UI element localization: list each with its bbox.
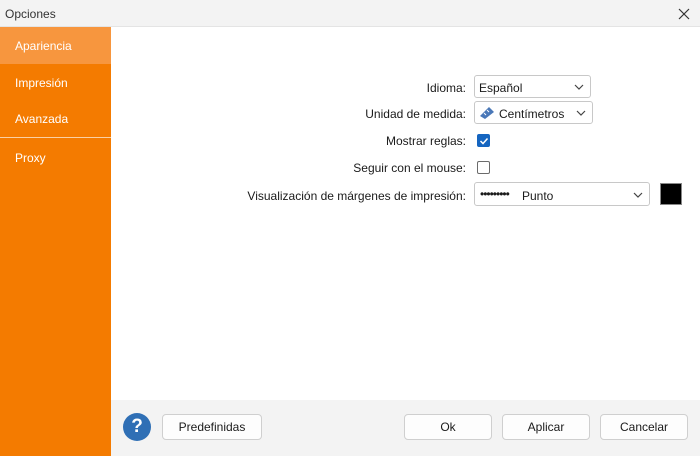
idioma-value: Español: [479, 81, 523, 95]
mostrar-reglas-label: Mostrar reglas:: [385, 134, 466, 148]
chevron-down-icon: [576, 110, 586, 116]
sidebar-item-impresion[interactable]: Impresión: [0, 64, 111, 101]
settings-panel: [111, 27, 700, 400]
help-icon[interactable]: ?: [123, 413, 151, 441]
sidebar: Apariencia Impresión Avanzada Proxy: [0, 27, 111, 456]
unidad-value: Centímetros: [499, 107, 565, 121]
sidebar-item-avanzada[interactable]: Avanzada: [0, 100, 111, 137]
sidebar-item-label: Apariencia: [15, 39, 72, 53]
idioma-label: Idioma:: [426, 81, 466, 95]
margenes-select[interactable]: ••••••••• Punto: [474, 182, 650, 206]
checkmark-icon: [479, 137, 489, 145]
ok-button[interactable]: Ok: [404, 414, 492, 440]
aplicar-button[interactable]: Aplicar: [502, 414, 590, 440]
close-icon[interactable]: [674, 4, 694, 24]
chevron-down-icon: [574, 84, 584, 90]
sidebar-item-label: Impresión: [15, 76, 68, 90]
ruler-icon: [480, 107, 494, 119]
chevron-down-icon: [633, 192, 643, 198]
seguir-mouse-label: Seguir con el mouse:: [353, 161, 466, 175]
unidad-label: Unidad de medida:: [365, 107, 466, 121]
idioma-select[interactable]: Español: [474, 75, 591, 98]
margin-color-swatch[interactable]: [660, 183, 682, 205]
sidebar-divider: [0, 137, 111, 138]
predefinidas-button[interactable]: Predefinidas: [162, 414, 262, 440]
line-style-sample: •••••••••: [480, 187, 510, 201]
title-bar: Opciones: [0, 0, 700, 27]
window-title: Opciones: [5, 7, 56, 21]
sidebar-item-proxy[interactable]: Proxy: [0, 139, 111, 176]
mostrar-reglas-checkbox[interactable]: [477, 134, 490, 147]
unidad-select[interactable]: Centímetros: [474, 101, 593, 124]
margenes-label: Visualización de márgenes de impresión:: [247, 189, 466, 203]
cancelar-button[interactable]: Cancelar: [600, 414, 688, 440]
seguir-mouse-checkbox[interactable]: [477, 161, 490, 174]
sidebar-item-apariencia[interactable]: Apariencia: [0, 27, 111, 64]
sidebar-item-label: Avanzada: [15, 112, 69, 126]
sidebar-item-label: Proxy: [15, 151, 46, 165]
margenes-value: Punto: [522, 189, 554, 203]
